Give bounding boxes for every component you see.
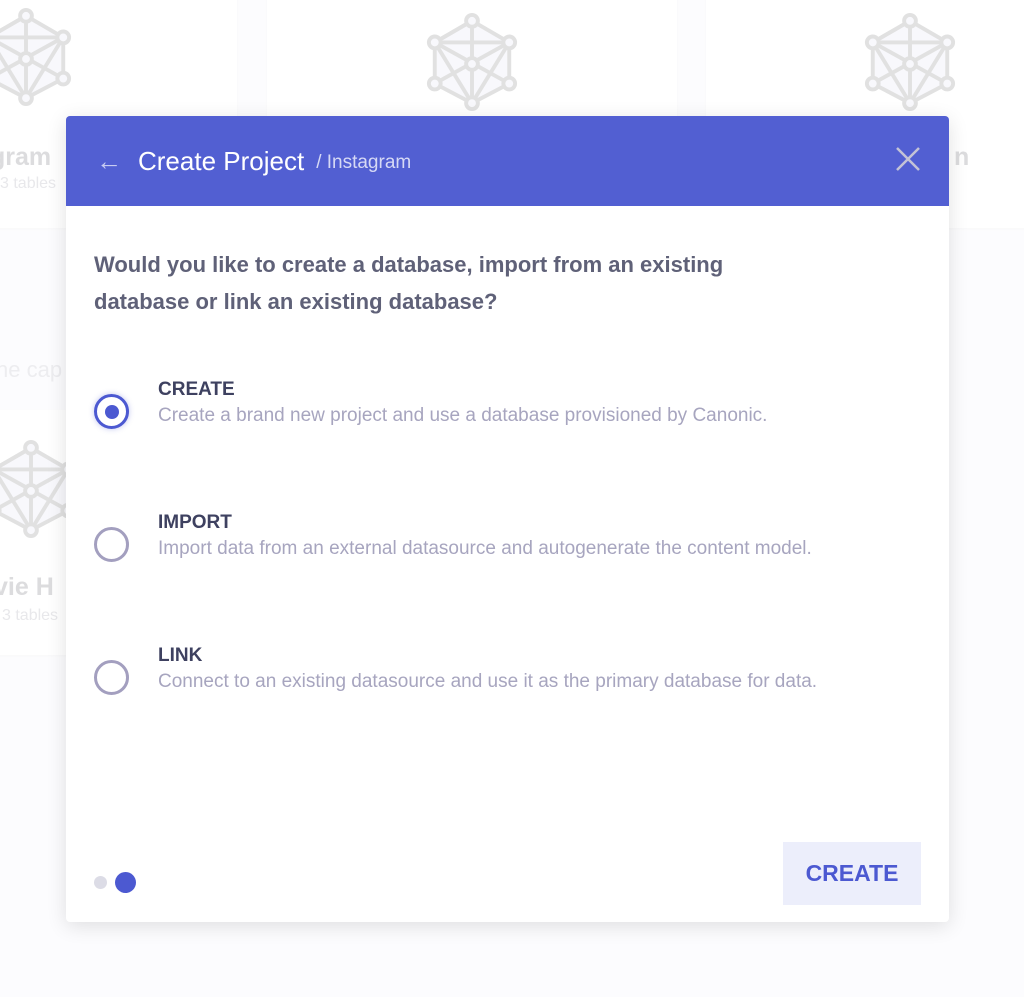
option-description: Create a brand new project and use a dat… — [158, 405, 768, 426]
option-label: CREATE — [158, 379, 235, 400]
option-import[interactable]: IMPORT Import data from an external data… — [94, 511, 854, 563]
option-label: IMPORT — [158, 512, 232, 533]
modal-header: ← Create Project / Instagram — [66, 116, 949, 206]
question-text: Would you like to create a database, imp… — [94, 252, 724, 314]
create-project-modal: ← Create Project / Instagram Would you l… — [66, 116, 949, 922]
radio-link[interactable] — [94, 660, 129, 695]
step-dot-2-active — [115, 872, 136, 893]
modal-title: Create Project — [138, 145, 305, 176]
option-description: Connect to an existing datasource and us… — [158, 671, 818, 692]
radio-create[interactable] — [94, 394, 129, 429]
breadcrumb: / Instagram — [316, 152, 412, 173]
step-indicator — [94, 872, 136, 893]
option-description: Import data from an external datasource … — [158, 538, 812, 559]
option-link[interactable]: LINK Connect to an existing datasource a… — [94, 644, 854, 696]
create-button[interactable]: CREATE — [783, 842, 921, 905]
step-dot-1 — [94, 876, 107, 889]
radio-import[interactable] — [94, 527, 129, 562]
option-create[interactable]: CREATE Create a brand new project and us… — [94, 378, 854, 430]
arrow-left-icon[interactable]: ← — [96, 146, 122, 177]
close-x-icon[interactable] — [895, 146, 921, 172]
option-label: LINK — [158, 645, 203, 666]
